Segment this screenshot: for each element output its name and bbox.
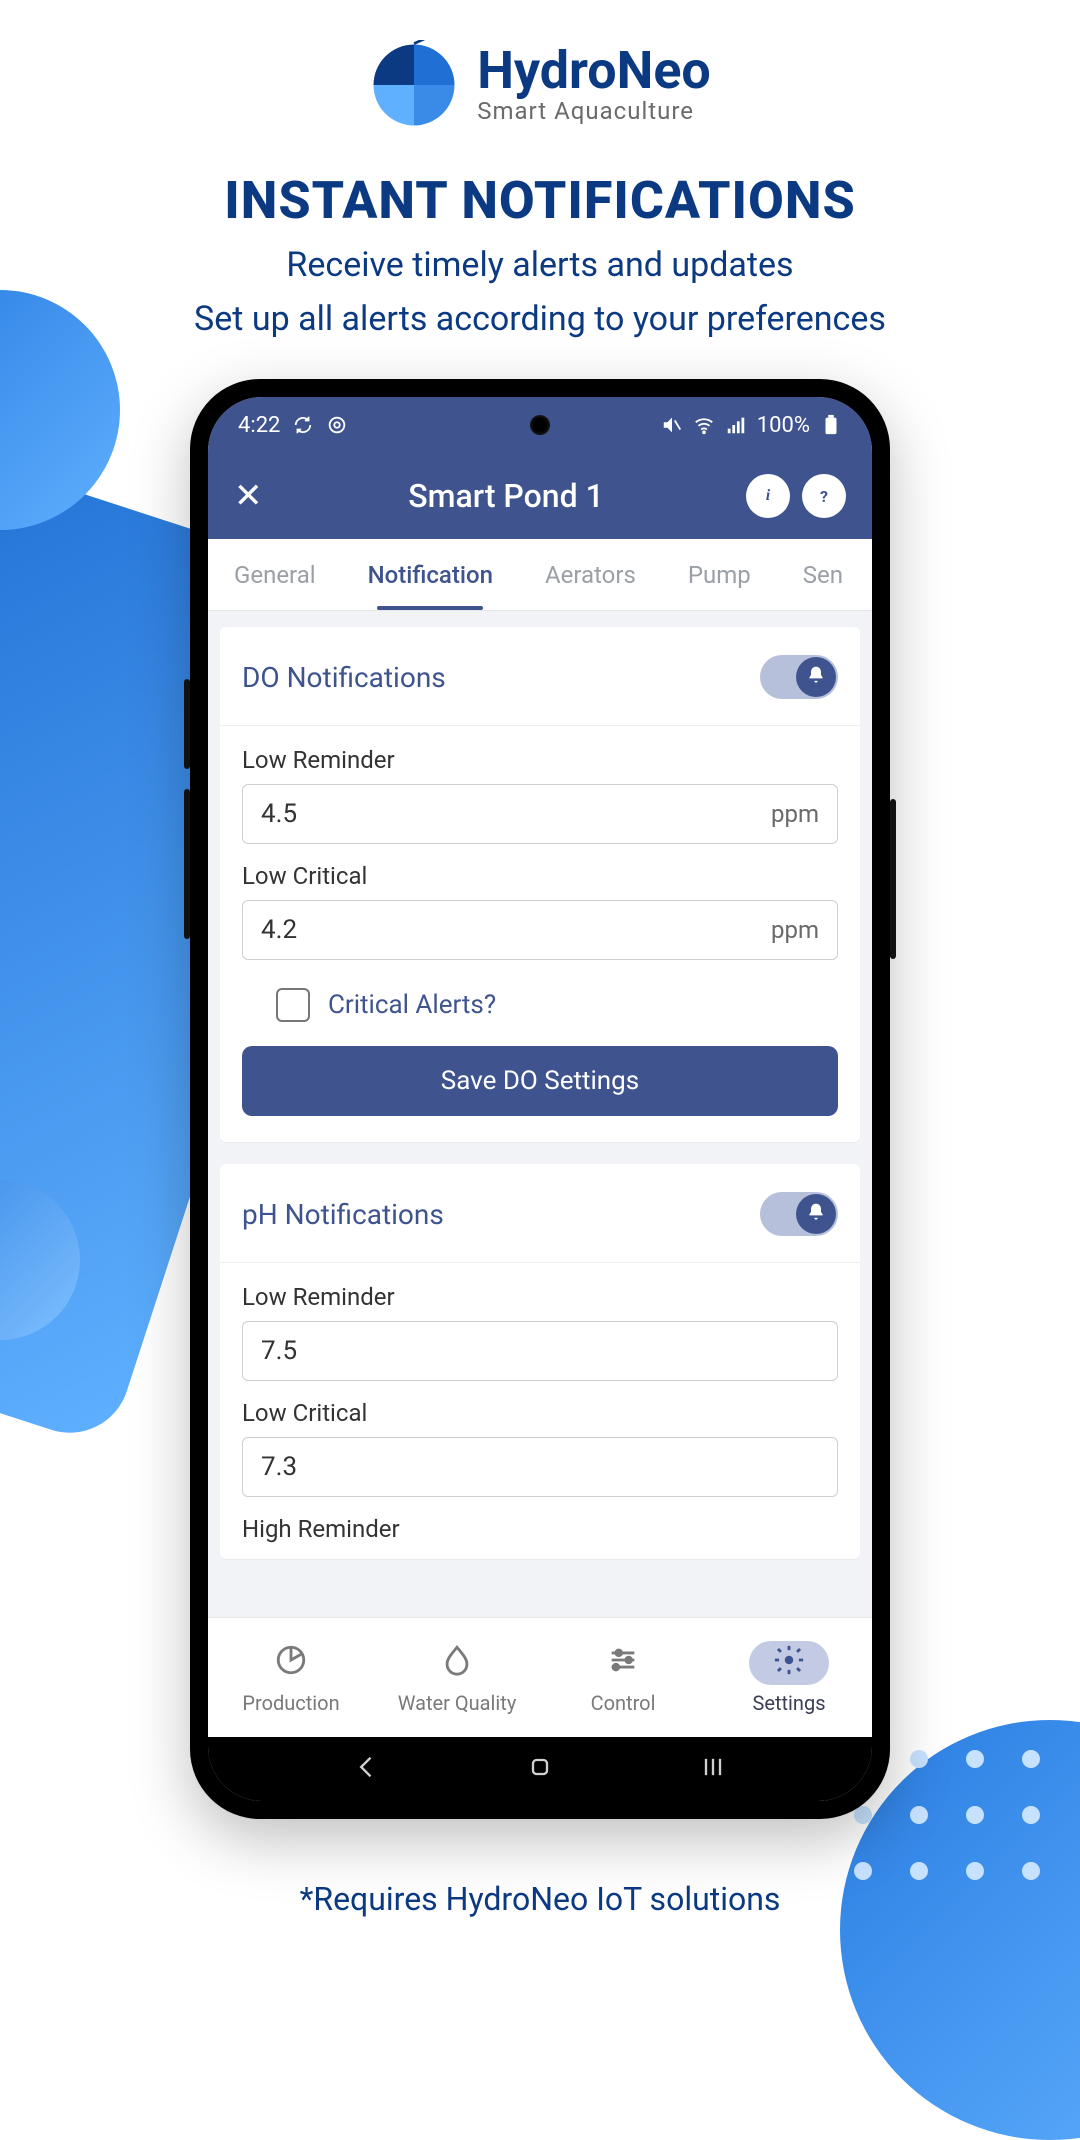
field-label: Low Critical: [242, 1399, 838, 1427]
card-title: DO Notifications: [242, 661, 446, 694]
bell-icon: [806, 1202, 826, 1226]
bell-icon: [806, 665, 826, 689]
do-low-reminder-input[interactable]: 4.5 ppm: [242, 784, 838, 844]
tab-general[interactable]: General: [208, 539, 342, 610]
ph-low-reminder-input[interactable]: 7.5: [242, 1321, 838, 1381]
android-back[interactable]: [353, 1753, 381, 1785]
sync-icon: [292, 414, 314, 436]
help-icon: ?: [820, 487, 828, 506]
brand-logo: HydroNeo Smart Aquaculture: [0, 40, 1080, 134]
ph-low-reminder-field: Low Reminder 7.5: [220, 1283, 860, 1399]
input-unit: ppm: [771, 800, 819, 828]
wifi-icon: [693, 414, 715, 436]
bottom-nav: Production Water Quality Control Setting…: [208, 1617, 872, 1737]
nav-label: Production: [242, 1691, 339, 1715]
ph-notifications-card: pH Notifications Low Reminder 7.5 Low: [220, 1164, 860, 1559]
logo-icon: [369, 40, 459, 130]
tab-label: Notification: [368, 561, 493, 589]
target-icon: [326, 414, 348, 436]
content-scroll[interactable]: DO Notifications Low Reminder 4.5 ppm: [208, 611, 872, 1617]
mute-icon: [661, 414, 683, 436]
drop-icon: [440, 1643, 474, 1682]
checkbox-label: Critical Alerts?: [328, 990, 496, 1020]
ph-toggle[interactable]: [760, 1192, 838, 1236]
input-unit: ppm: [771, 916, 819, 944]
nav-water-quality[interactable]: Water Quality: [374, 1618, 540, 1737]
brand-tagline: Smart Aquaculture: [477, 97, 711, 125]
ph-low-critical-input[interactable]: 7.3: [242, 1437, 838, 1497]
battery-icon: [820, 414, 842, 436]
save-do-button[interactable]: Save DO Settings: [242, 1046, 838, 1116]
field-label: Low Critical: [242, 862, 838, 890]
camera-cutout: [530, 415, 550, 435]
nav-control[interactable]: Control: [540, 1618, 706, 1737]
tab-label: General: [234, 561, 316, 589]
app-bar: ✕ Smart Pond 1 i ?: [208, 453, 872, 539]
do-low-reminder-field: Low Reminder 4.5 ppm: [220, 746, 860, 862]
page-title: Smart Pond 1: [278, 477, 734, 515]
info-icon: i: [766, 487, 770, 505]
tab-sensors[interactable]: Sen: [777, 539, 869, 610]
signal-icon: [725, 414, 747, 436]
phone-frame: 4:22 100%: [190, 379, 890, 1819]
field-label: High Reminder: [242, 1515, 838, 1543]
card-title: pH Notifications: [242, 1198, 444, 1231]
do-low-critical-field: Low Critical 4.2 ppm: [220, 862, 860, 978]
button-label: Save DO Settings: [441, 1066, 639, 1096]
tab-aerators[interactable]: Aerators: [519, 539, 662, 610]
tab-label: Aerators: [545, 561, 636, 589]
tab-label: Sen: [803, 561, 843, 589]
help-button[interactable]: ?: [802, 474, 846, 518]
nav-label: Control: [591, 1691, 656, 1715]
do-toggle[interactable]: [760, 655, 838, 699]
tab-bar: General Notification Aerators Pump Sen: [208, 539, 872, 611]
subheadline-2: Set up all alerts according to your pref…: [0, 299, 1080, 339]
info-button[interactable]: i: [746, 474, 790, 518]
nav-label: Water Quality: [398, 1691, 517, 1715]
headline: INSTANT NOTIFICATIONS: [0, 170, 1080, 231]
input-value: 7.5: [261, 1336, 297, 1366]
subheadline-1: Receive timely alerts and updates: [0, 245, 1080, 285]
tab-notification[interactable]: Notification: [342, 539, 519, 610]
field-label: Low Reminder: [242, 1283, 838, 1311]
do-low-critical-input[interactable]: 4.2 ppm: [242, 900, 838, 960]
close-button[interactable]: ✕: [234, 476, 278, 516]
critical-alerts-checkbox[interactable]: [276, 988, 310, 1022]
ph-high-reminder-field: High Reminder: [220, 1515, 860, 1543]
ph-low-critical-field: Low Critical 7.3: [220, 1399, 860, 1515]
do-notifications-card: DO Notifications Low Reminder 4.5 ppm: [220, 627, 860, 1142]
brand-name: HydroNeo: [477, 45, 711, 97]
status-time: 4:22: [238, 413, 280, 438]
footnote: *Requires HydroNeo IoT solutions: [0, 1880, 1080, 1918]
input-value: 7.3: [261, 1452, 297, 1482]
input-value: 4.2: [261, 915, 297, 945]
battery-text: 100%: [757, 413, 810, 438]
android-nav-bar: [208, 1737, 872, 1801]
field-label: Low Reminder: [242, 746, 838, 774]
pie-icon: [274, 1643, 308, 1682]
sliders-icon: [606, 1643, 640, 1682]
android-recents[interactable]: [699, 1753, 727, 1785]
tab-pump[interactable]: Pump: [662, 539, 777, 610]
nav-label: Settings: [752, 1691, 825, 1715]
tab-label: Pump: [688, 561, 751, 589]
input-value: 4.5: [261, 799, 297, 829]
nav-settings[interactable]: Settings: [706, 1618, 872, 1737]
android-home[interactable]: [526, 1753, 554, 1785]
nav-production[interactable]: Production: [208, 1618, 374, 1737]
gear-icon: [772, 1643, 806, 1682]
